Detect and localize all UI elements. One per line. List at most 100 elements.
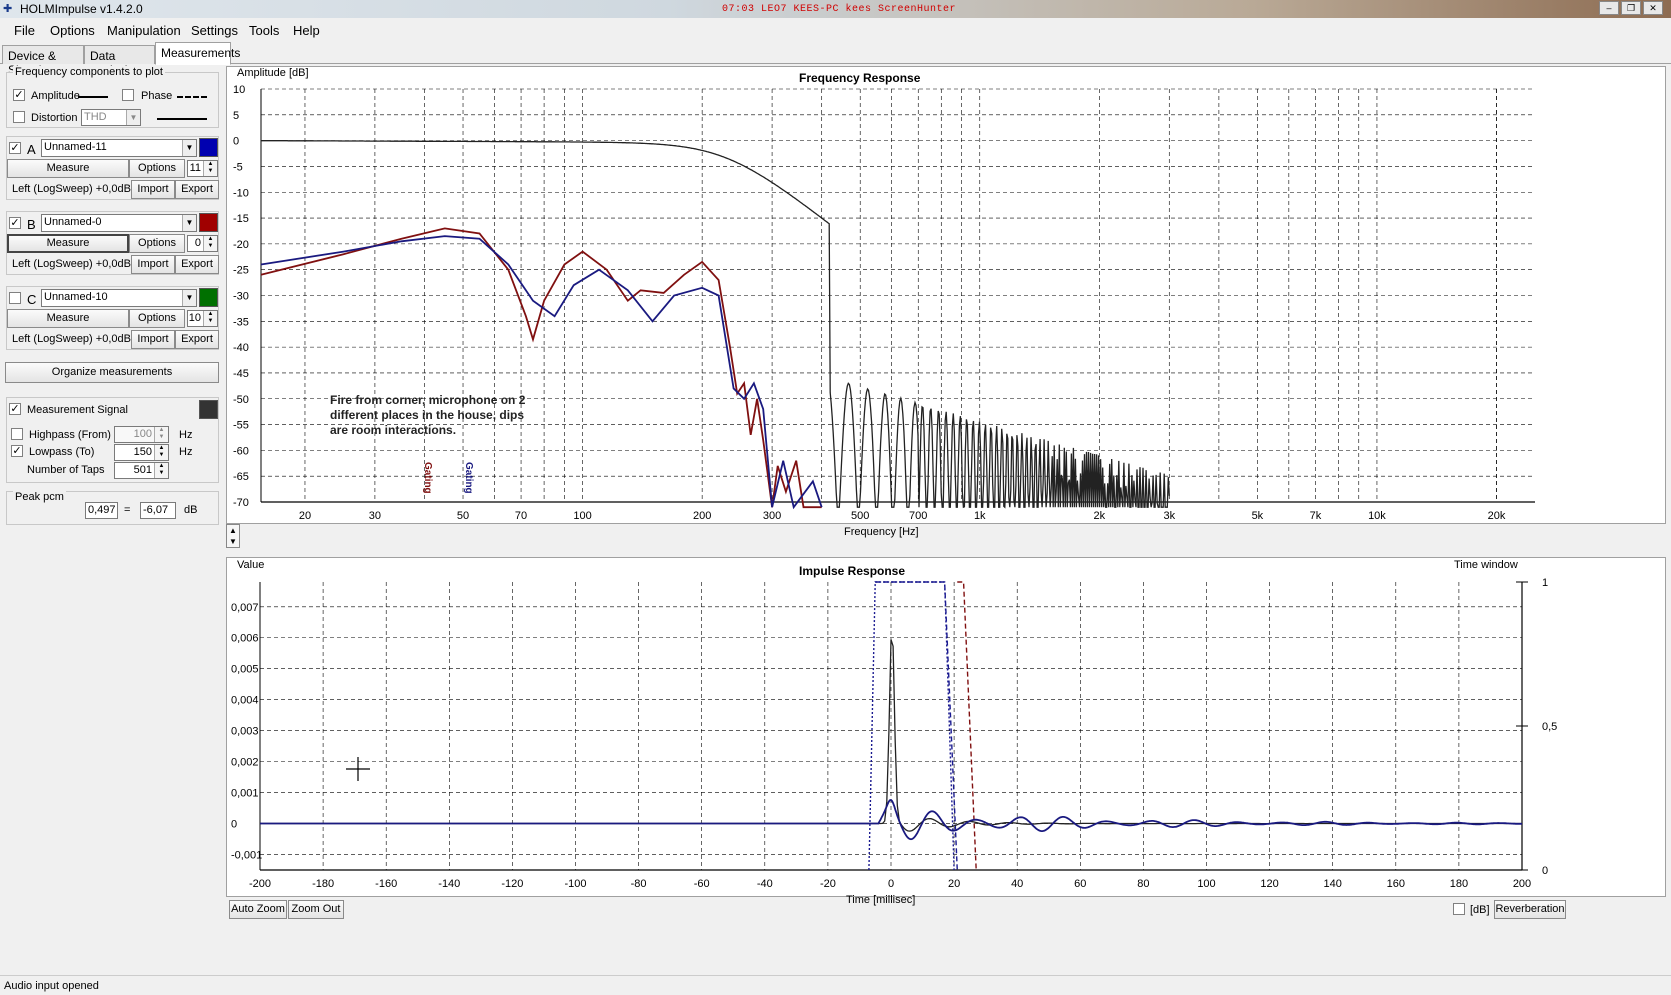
measure-a-button[interactable]: Measure — [7, 159, 129, 178]
zoom-out-button[interactable]: Zoom Out — [288, 900, 344, 919]
spinner-arrows-icon[interactable]: ▲ ▼ — [203, 161, 217, 176]
close-button[interactable]: ✕ — [1643, 1, 1663, 15]
measurement-a-name: Unnamed-11 — [44, 141, 107, 153]
hz-label: Hz — [179, 429, 193, 441]
x-tick-label: 20k — [1488, 510, 1506, 522]
y-tick-label: -35 — [233, 316, 249, 328]
measurement-c-checkbox[interactable] — [9, 292, 21, 304]
measurement-b-letter: B — [27, 217, 36, 232]
x-tick-label: 70 — [515, 510, 527, 522]
export-a-button[interactable]: Export — [175, 180, 219, 199]
tab-measurements[interactable]: Measurements — [155, 42, 240, 65]
options-c-button[interactable]: Options — [129, 309, 185, 328]
import-a-button[interactable]: Import — [131, 180, 175, 199]
menu-file[interactable]: File — [14, 23, 35, 38]
measurement-b-color-swatch[interactable] — [199, 213, 218, 232]
x-tick-label: -200 — [249, 878, 271, 890]
x-tick-label: -80 — [631, 878, 647, 890]
minimize-button[interactable]: ‒ — [1599, 1, 1619, 15]
channel-b-label: Left (LogSweep) +0,0dB — [12, 258, 131, 270]
options-a-button[interactable]: Options — [129, 159, 185, 178]
chevron-down-icon: ▼ — [182, 215, 196, 231]
organize-measurements-button[interactable]: Organize measurements — [5, 362, 219, 383]
chevron-down-icon: ▼ — [182, 140, 196, 156]
splitter-arrows-icon[interactable]: ▲ ▼ — [226, 524, 240, 548]
y-tick-label: 5 — [233, 110, 239, 122]
x-tick-label: 500 — [851, 510, 869, 522]
measurement-a-color-swatch[interactable] — [199, 138, 218, 157]
reference-curve — [260, 139, 1170, 509]
frequency-response-plot[interactable]: 1050-5-10-15-20-25-30-35-40-45-50-55-60-… — [227, 67, 1667, 525]
measurement-b-name-select[interactable]: Unnamed-0 ▼ — [41, 214, 197, 232]
channel-c-label: Left (LogSweep) +0,0dB — [12, 333, 131, 345]
x-tick-label: 20 — [948, 878, 960, 890]
impulse-response-panel[interactable]: Value Impulse Response Time window Time … — [226, 557, 1667, 906]
spinner-arrows-icon[interactable]: ▲ ▼ — [154, 445, 168, 460]
measurement-c-name-select[interactable]: Unnamed-10 ▼ — [41, 289, 197, 307]
x-tick-label: 5k — [1252, 510, 1264, 522]
lowpass-spinner[interactable]: 150 ▲ ▼ — [114, 444, 169, 461]
measurement-signal-checkbox[interactable]: ✓ — [9, 403, 21, 415]
distortion-checkbox[interactable] — [13, 111, 25, 123]
amplitude-label: Amplitude — [31, 90, 80, 102]
measurement-signal-color-swatch[interactable] — [199, 400, 218, 419]
highpass-label: Highpass (From) — [29, 429, 111, 441]
highpass-spinner[interactable]: 100 ▲ ▼ — [114, 426, 169, 443]
taps-spinner[interactable]: 501 ▲ ▼ — [114, 462, 169, 479]
measurement-c-color-swatch[interactable] — [199, 288, 218, 307]
tab-data-analysis[interactable]: Data analysis — [84, 45, 155, 77]
annotation-line: are room interactions. — [330, 423, 457, 437]
export-c-button[interactable]: Export — [175, 330, 219, 349]
auto-zoom-button[interactable]: Auto Zoom — [229, 900, 287, 919]
spinner-arrows-icon[interactable]: ▲ ▼ — [203, 236, 217, 251]
export-b-button[interactable]: Export — [175, 255, 219, 274]
measure-c-button[interactable]: Measure — [7, 309, 129, 328]
y-tick-label: 0 — [233, 136, 239, 148]
measurement-a-checkbox[interactable]: ✓ — [9, 142, 21, 154]
chevron-down-icon: ▼ — [126, 110, 140, 125]
measurement-a-name-select[interactable]: Unnamed-11 ▼ — [41, 139, 197, 157]
spinner-arrows-icon[interactable]: ▲ ▼ — [203, 311, 217, 326]
y-tick-label: -15 — [233, 213, 249, 225]
x-tick-label: 80 — [1137, 878, 1149, 890]
highpass-checkbox[interactable] — [11, 428, 23, 440]
x-tick-label: 40 — [1011, 878, 1023, 890]
menu-options[interactable]: Options — [50, 23, 95, 38]
spinner-arrows-icon[interactable]: ▲ ▼ — [154, 427, 168, 442]
y-tick-label: -55 — [233, 420, 249, 432]
distortion-select[interactable]: THD ▼ — [81, 109, 141, 126]
title-bar: ✚ HOLMImpulse v1.4.2.0 07:03 LEO7 KEES-P… — [0, 0, 1671, 18]
reverberation-button[interactable]: Reverberation — [1494, 900, 1566, 919]
import-b-button[interactable]: Import — [131, 255, 175, 274]
menu-settings[interactable]: Settings — [191, 23, 238, 38]
x-tick-label: -100 — [564, 878, 586, 890]
tab-device-signal[interactable]: Device & Signal — [2, 45, 84, 77]
x-tick-label: 700 — [909, 510, 927, 522]
spinner-arrows-icon[interactable]: ▲ ▼ — [154, 463, 168, 478]
x-tick-label: 300 — [763, 510, 781, 522]
frequency-response-panel[interactable]: Amplitude [dB] Frequency Response Freque… — [226, 66, 1667, 538]
impulse-response-plot[interactable]: -200 -180 -160 -140 -120 -100 -80 -60 -40 -20 0 20 4… — [227, 558, 1667, 898]
measurement-b-checkbox[interactable]: ✓ — [9, 217, 21, 229]
taps-c-spinner[interactable]: 10 ▲ ▼ — [187, 310, 218, 327]
options-b-button[interactable]: Options — [129, 234, 185, 253]
x-tick-label: -40 — [757, 878, 773, 890]
y-tick-label: -40 — [233, 342, 249, 354]
amplitude-checkbox[interactable]: ✓ — [13, 89, 25, 101]
y-tick-label: -60 — [233, 445, 249, 457]
y-tick-label: 0,007 — [231, 602, 259, 614]
maximize-button[interactable]: ❐ — [1621, 1, 1641, 15]
menu-tools[interactable]: Tools — [249, 23, 279, 38]
phase-checkbox[interactable] — [122, 89, 134, 101]
measure-b-button[interactable]: Measure — [7, 234, 129, 253]
y-tick-label: 10 — [233, 84, 245, 96]
lowpass-checkbox[interactable]: ✓ — [11, 445, 23, 457]
menu-help[interactable]: Help — [293, 23, 320, 38]
db-checkbox[interactable] — [1453, 903, 1465, 915]
taps-a-spinner[interactable]: 11 ▲ ▼ — [187, 160, 218, 177]
x-tick-label: -120 — [501, 878, 523, 890]
import-c-button[interactable]: Import — [131, 330, 175, 349]
peak-group: Peak pcm 0,497 = -6,07 dB — [6, 491, 219, 525]
taps-b-spinner[interactable]: 0 ▲ ▼ — [187, 235, 218, 252]
menu-manipulation[interactable]: Manipulation — [107, 23, 181, 38]
